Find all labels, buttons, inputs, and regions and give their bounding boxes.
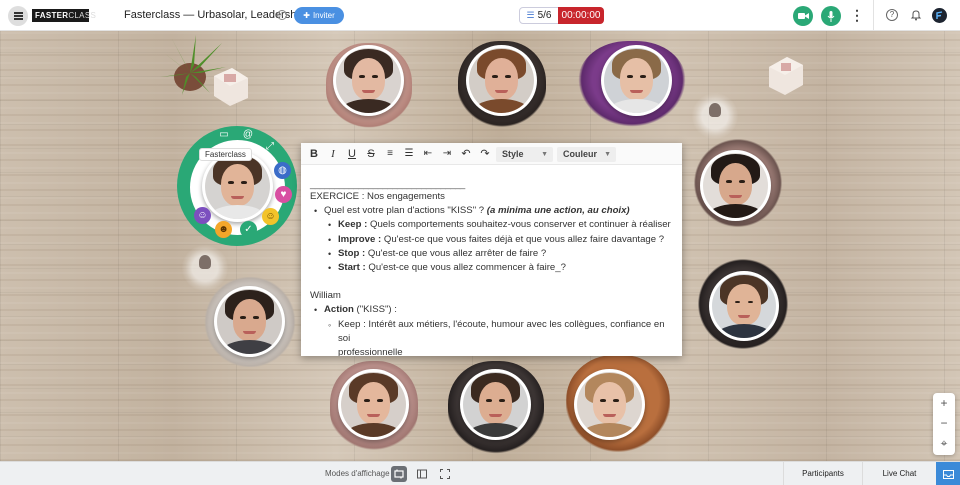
divider — [873, 0, 874, 31]
participant-avatar[interactable] — [338, 369, 409, 440]
fullscreen-button[interactable] — [437, 466, 453, 482]
inbox-icon — [942, 469, 954, 479]
list-item: • Improve : Qu'est-ce que vous faites déj… — [328, 233, 665, 245]
room-view-icon — [394, 469, 404, 479]
top-bar: FASTER CLASS Fasterclass — Urbasolar, Lea… — [0, 0, 960, 31]
list-icon: ☰ — [526, 10, 535, 20]
redo-icon[interactable]: ↷ — [478, 147, 492, 161]
list-item: • Action ("KISS") : — [314, 304, 397, 316]
hamburger-menu-button[interactable] — [8, 6, 28, 26]
italic-button[interactable]: I — [326, 147, 340, 161]
box-decoration — [208, 66, 250, 106]
display-modes-label: Modes d'affichage — [325, 469, 390, 478]
recenter-button[interactable]: ⌖ — [933, 433, 955, 453]
help-icon[interactable]: ? — [886, 9, 898, 21]
list-item: • Start : Qu'est-ce que vous allez commen… — [328, 262, 566, 274]
style-dropdown[interactable]: Style ▼ — [496, 147, 553, 162]
camera-toggle-button[interactable] — [793, 6, 813, 26]
info-icon[interactable]: i — [277, 10, 287, 20]
fasterclass-logo: FASTER CLASS — [32, 9, 96, 22]
microphone-icon — [827, 10, 835, 22]
add-person-icon: ✚ — [303, 11, 310, 20]
zoom-in-button[interactable]: + — [933, 393, 955, 413]
sidebar-layout-icon — [417, 469, 427, 479]
indent-increase-icon[interactable]: ⇥ — [440, 147, 454, 161]
user-avatar[interactable] — [932, 8, 947, 23]
list-item-continuation: professionnelle — [338, 347, 403, 356]
list-item: ◦ Keep : Intérêt aux métiers, l'écoute, h… — [328, 318, 665, 344]
reaction-laugh-icon[interactable]: ☺ — [262, 208, 279, 225]
reaction-heart-eyes-icon[interactable]: ♥ — [275, 186, 292, 203]
chevron-down-icon: ▼ — [541, 151, 548, 158]
editor-content[interactable]: ________________________________ EXERCIC… — [310, 179, 676, 356]
chat-bubble-icon[interactable]: ▭ — [218, 129, 230, 141]
step-counter[interactable]: ☰ 5/6 — [519, 7, 559, 24]
participant-name: William — [310, 290, 341, 302]
side-table-decoration — [692, 93, 738, 139]
reaction-thumbs-icon[interactable]: ✓ — [240, 221, 257, 238]
list-item: • Quel est votre plan d'actions "KISS" ? … — [314, 205, 630, 217]
participant-avatar[interactable] — [709, 271, 779, 341]
fullscreen-icon — [440, 469, 450, 479]
user-logo-icon — [936, 11, 943, 19]
participant-avatar[interactable] — [460, 369, 531, 440]
bottom-bar: Modes d'affichage Participants Live Chat — [0, 461, 960, 485]
tab-participants[interactable]: Participants — [783, 462, 862, 485]
participant-avatar[interactable] — [700, 150, 771, 221]
inbox-button[interactable] — [936, 462, 960, 485]
invite-button[interactable]: ✚ Inviter — [294, 7, 344, 24]
sidebar-view-button[interactable] — [414, 466, 430, 482]
exercise-title: EXERCICE : Nos engagements — [310, 191, 445, 202]
box-decoration — [765, 55, 807, 95]
participant-avatar[interactable] — [466, 45, 537, 116]
participant-avatar[interactable] — [574, 369, 645, 440]
color-dropdown[interactable]: Couleur ▼ — [557, 147, 616, 162]
bold-button[interactable]: B — [307, 147, 321, 161]
chevron-down-icon: ▼ — [604, 151, 611, 158]
ordered-list-icon[interactable]: ≡ — [383, 147, 397, 161]
indent-decrease-icon[interactable]: ⇤ — [421, 147, 435, 161]
more-options-icon[interactable]: ⋮ — [850, 8, 864, 24]
zoom-out-button[interactable]: − — [933, 413, 955, 433]
room-view-button[interactable] — [391, 466, 407, 482]
underline-button[interactable]: U — [345, 147, 359, 161]
editor-toolbar: B I U S ≡ ☰ ⇤ ⇥ ↶ ↷ Style ▼ Couleur ▼ — [301, 143, 682, 165]
microphone-toggle-button[interactable] — [821, 6, 841, 26]
reaction-globe-icon[interactable]: ◍ — [274, 162, 291, 179]
list-item: • Keep : Quels comportements souhaitez-vo… — [328, 219, 671, 231]
my-name-label: Fasterclass — [199, 148, 252, 161]
strikethrough-button[interactable]: S — [364, 147, 378, 161]
expand-icon[interactable]: ⤢ — [264, 141, 276, 153]
video-camera-icon — [797, 13, 809, 19]
bullet-list-icon[interactable]: ☰ — [402, 147, 416, 161]
menu-icon — [13, 15, 23, 17]
at-sign-icon[interactable]: @ — [242, 129, 254, 141]
zoom-controls: + − ⌖ — [933, 393, 955, 455]
notification-bell-icon[interactable] — [910, 9, 922, 21]
participant-avatar[interactable] — [601, 45, 672, 116]
reaction-wink-icon[interactable]: ☺ — [194, 207, 211, 224]
session-timer: 00:00:00 — [558, 7, 604, 24]
undo-icon[interactable]: ↶ — [459, 147, 473, 161]
participant-avatar[interactable] — [333, 45, 404, 116]
separator-line: ________________________________ — [310, 179, 465, 190]
list-item: • Stop : Qu'est-ce que vous allez arrêter… — [328, 247, 547, 259]
collaborative-text-editor[interactable]: B I U S ≡ ☰ ⇤ ⇥ ↶ ↷ Style ▼ Couleur ▼ ____… — [301, 143, 682, 356]
reaction-smile-icon[interactable]: ☻ — [215, 221, 232, 238]
tab-live-chat[interactable]: Live Chat — [862, 462, 936, 485]
participant-avatar[interactable] — [214, 286, 285, 357]
